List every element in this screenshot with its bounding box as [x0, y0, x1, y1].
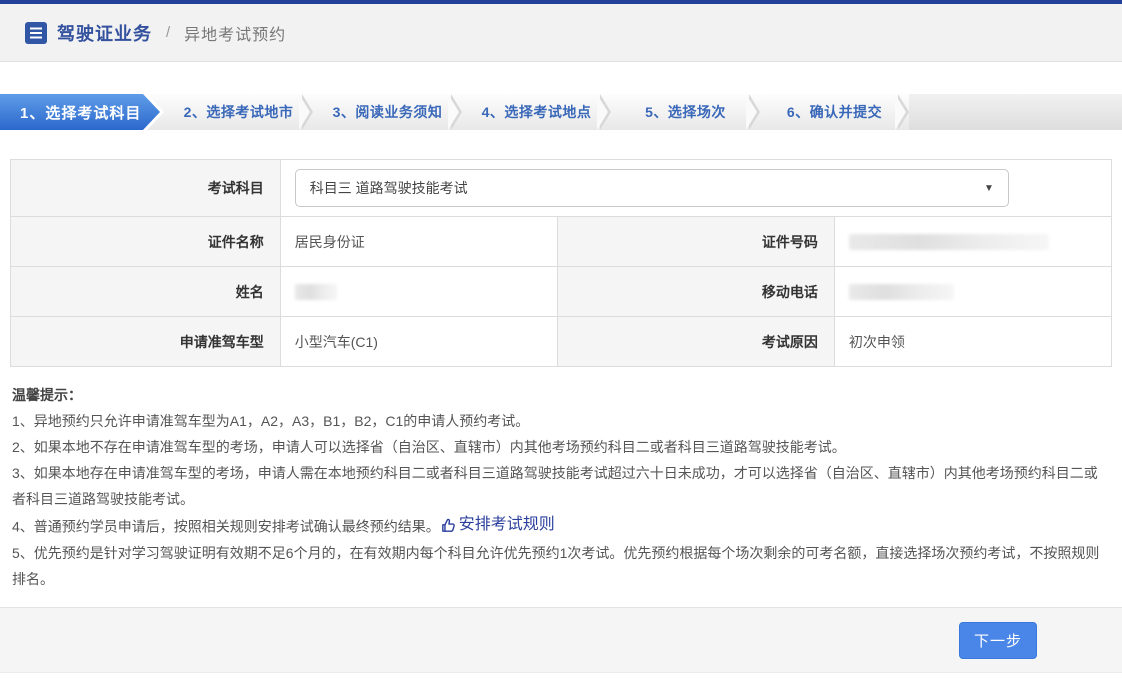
step-label: 2、选择考试地市: [184, 102, 294, 122]
cert-name-value: 居民身份证: [280, 217, 557, 267]
page-title: 驾驶证业务: [57, 20, 152, 46]
exam-rules-link[interactable]: 安排考试规则: [440, 512, 555, 538]
step-5-select-session: 5、选择场次: [611, 94, 760, 130]
exam-subject-label: 考试科目: [11, 160, 281, 217]
table-row: 考试科目 科目三 道路驾驶技能考试 ▼: [11, 160, 1112, 217]
exam-subject-cell: 科目三 道路驾驶技能考试 ▼: [280, 160, 1111, 217]
exam-rules-link-label: 安排考试规则: [459, 512, 555, 538]
step-label: 5、选择场次: [645, 102, 726, 122]
chevron-down-icon: ▼: [984, 183, 994, 194]
stepbar-filler: [909, 94, 1122, 130]
step-3-read-business-notice: 3、阅读业务须知: [313, 94, 462, 130]
thumbs-up-icon: [440, 517, 457, 534]
tip-item-4: 4、普通预约学员申请后，按照相关规则安排考试确认最终预约结果。安排考试规则: [12, 512, 1110, 540]
cert-name-label: 证件名称: [11, 217, 281, 267]
step-4-select-exam-site: 4、选择考试地点: [462, 94, 611, 130]
tips-heading: 温馨提示：: [12, 382, 1110, 408]
tips-section: 温馨提示： 1、异地预约只允许申请准驾车型为A1，A2，A3，B1，B2，C1的…: [12, 382, 1110, 592]
redacted-mobile: [849, 284, 954, 300]
step-2-select-exam-city: 2、选择考试地市: [164, 94, 313, 130]
tip-item-2: 2、如果本地不存在申请准驾车型的考场，申请人可以选择省（自治区、直辖市）内其他考…: [12, 434, 1110, 460]
tip-item-1: 1、异地预约只允许申请准驾车型为A1，A2，A3，B1，B2，C1的申请人预约考…: [12, 408, 1110, 434]
cert-number-value: [834, 217, 1111, 267]
exam-subject-value: 科目三 道路驾驶技能考试: [310, 178, 468, 198]
step-label: 1、选择考试科目: [20, 102, 141, 123]
name-value: [280, 267, 557, 317]
breadcrumb-separator: /: [166, 24, 170, 41]
tip-item-3: 3、如果本地存在申请准驾车型的考场，申请人需在本地预约科目二或者科目三道路驾驶技…: [12, 460, 1110, 512]
step-navigation: 1、选择考试科目 2、选择考试地市 3、阅读业务须知 4、选择考试地点 5、选择…: [0, 94, 1122, 130]
table-row: 申请准驾车型 小型汽车(C1) 考试原因 初次申领: [11, 317, 1112, 367]
step-label: 3、阅读业务须知: [333, 102, 443, 122]
next-step-button[interactable]: 下一步: [959, 622, 1037, 659]
mobile-value: [834, 267, 1111, 317]
step-label: 4、选择考试地点: [482, 102, 592, 122]
exam-reason-value: 初次申领: [834, 317, 1111, 367]
breadcrumb-current: 异地考试预约: [184, 21, 286, 45]
step-6-confirm-and-submit: 6、确认并提交: [760, 94, 909, 130]
cert-number-label: 证件号码: [557, 217, 834, 267]
applicant-info-table: 考试科目 科目三 道路驾驶技能考试 ▼ 证件名称 居民身份证 证件号码 姓名 移…: [10, 159, 1112, 367]
footer-action-bar: 下一步: [0, 607, 1122, 673]
exam-reason-label: 考试原因: [557, 317, 834, 367]
name-label: 姓名: [11, 267, 281, 317]
table-row: 证件名称 居民身份证 证件号码: [11, 217, 1112, 267]
table-row: 姓名 移动电话: [11, 267, 1112, 317]
redacted-name: [295, 284, 337, 300]
exam-subject-select[interactable]: 科目三 道路驾驶技能考试 ▼: [295, 169, 1009, 207]
redacted-cert-number: [849, 234, 1049, 250]
list-icon: [25, 22, 47, 44]
tip-item-5: 5、优先预约是针对学习驾驶证明有效期不足6个月的，在有效期内每个科目允许优先预约…: [12, 540, 1110, 592]
mobile-label: 移动电话: [557, 267, 834, 317]
active-step-arrow: 1、选择考试科目: [0, 94, 160, 130]
step-label: 6、确认并提交: [787, 102, 882, 122]
vehicle-type-label: 申请准驾车型: [11, 317, 281, 367]
page-header: 驾驶证业务 / 异地考试预约: [0, 4, 1122, 62]
step-1-select-exam-subject: 1、选择考试科目: [0, 94, 164, 130]
vehicle-type-value: 小型汽车(C1): [280, 317, 557, 367]
